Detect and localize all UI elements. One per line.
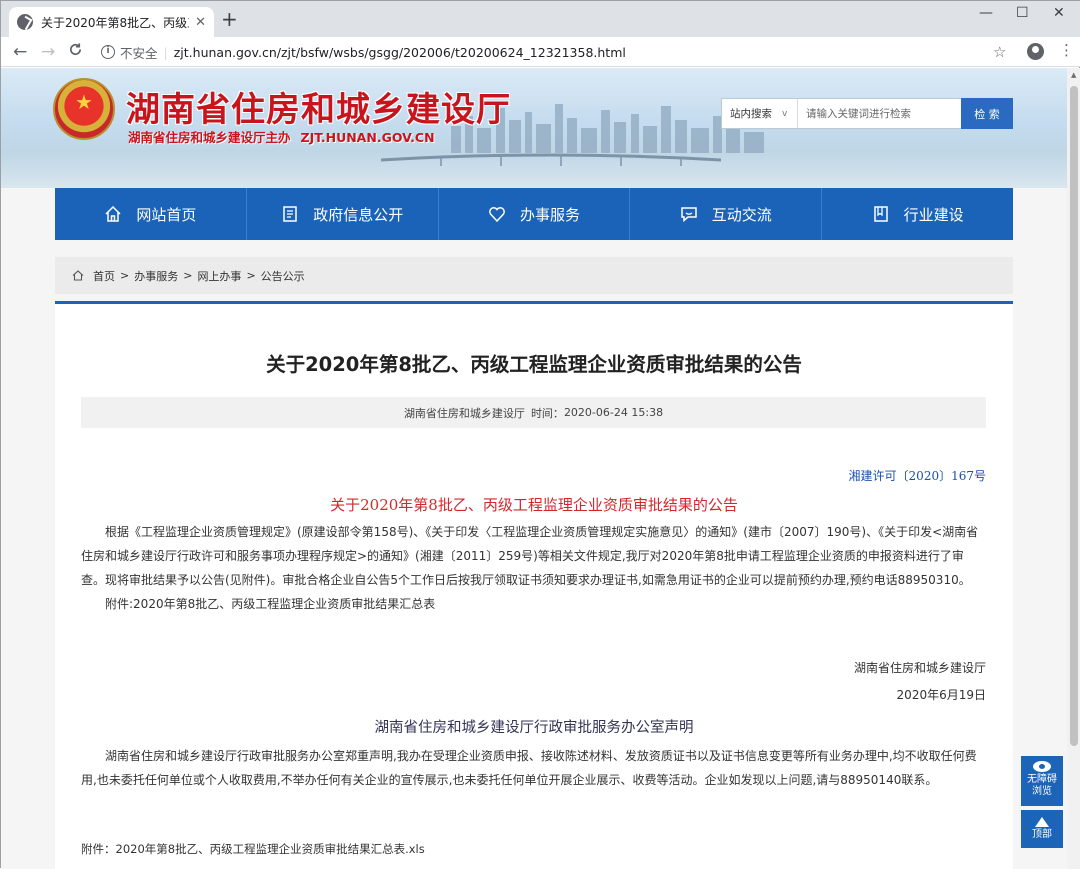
new-tab-button[interactable]: + [221, 9, 238, 29]
document-number: 湘建许可〔2020〕167号 [848, 469, 986, 483]
info-icon[interactable]: i [101, 45, 115, 59]
browser-toolbar: ← → i 不安全 | zjt.hunan.gov.cn/zjt/bsfw/ws… [1, 37, 1080, 67]
search-input[interactable] [798, 99, 961, 128]
close-window-button[interactable]: ✕ [1053, 5, 1065, 21]
not-secure-label: 不安全 [120, 45, 158, 61]
nav-item-government-info[interactable]: 政府信息公开 [247, 188, 439, 240]
breadcrumb-separator: > [183, 269, 193, 282]
bookmark-star-icon[interactable]: ☆ [993, 43, 1006, 61]
accessibility-label-2: 浏览 [1032, 786, 1052, 797]
browser-menu-icon[interactable]: ⋮ [1059, 43, 1074, 58]
nav-item-label: 政府信息公开 [313, 205, 404, 224]
browser-window: 关于2020年第8批乙、丙级工程监理 ✕ + — ☐ ✕ ← → i 不安全 |… [0, 0, 1080, 869]
breadcrumb-services[interactable]: 办事服务 [134, 268, 178, 284]
breadcrumb-announcements[interactable]: 公告公示 [261, 268, 305, 284]
nav-item-industry[interactable]: 行业建设 [822, 188, 1013, 240]
site-search: 站内搜索 v 检 索 [721, 98, 1013, 129]
breadcrumb: 首页 > 办事服务 > 网上办事 > 公告公示 [55, 257, 1013, 294]
tab-strip: 关于2020年第8批乙、丙级工程监理 ✕ + — ☐ ✕ [1, 1, 1080, 37]
article-source: 湖南省住房和城乡建设厅 [403, 406, 525, 420]
scroll-up-icon[interactable]: ▲ [1071, 71, 1076, 79]
notice-body: 根据《工程监理企业资质管理规定》(原建设部令第158号)、《关于印发〈工程监理企… [81, 520, 986, 616]
breadcrumb-separator: > [246, 269, 256, 282]
page-scrollbar[interactable]: ▲ [1067, 68, 1080, 869]
book-icon [873, 206, 888, 222]
minimize-button[interactable]: — [979, 5, 993, 21]
reload-icon [70, 43, 82, 55]
eye-icon [1033, 761, 1051, 772]
nav-item-label: 互动交流 [711, 205, 772, 224]
search-scope-label: 站内搜索 [730, 108, 772, 120]
back-to-top-label: 顶部 [1032, 829, 1052, 840]
tab-close-icon[interactable]: ✕ [195, 15, 206, 30]
notice-paragraph: 根据《工程监理企业资质管理规定》(原建设部令第158号)、《关于印发〈工程监理企… [81, 525, 979, 587]
site-banner: ★ 湖南省住房和城乡建设厅 湖南省住房和城乡建设厅主办 ZJT.HUNAN.GOV… [1, 68, 1067, 188]
search-button[interactable]: 检 索 [961, 98, 1013, 129]
address-separator: | [163, 44, 168, 60]
scrollbar-thumb[interactable] [1070, 86, 1078, 746]
document-icon [283, 206, 297, 222]
breadcrumb-online[interactable]: 网上办事 [197, 268, 241, 284]
national-emblem-icon: ★ [53, 78, 115, 140]
page-viewport: ★ 湖南省住房和城乡建设厅 湖南省住房和城乡建设厅主办 ZJT.HUNAN.GOV… [1, 68, 1067, 869]
breadcrumb-home[interactable]: 首页 [93, 268, 115, 284]
nav-item-interaction[interactable]: 互动交流 [630, 188, 823, 240]
nav-item-home[interactable]: 网站首页 [55, 188, 247, 240]
nav-item-label: 网站首页 [136, 205, 197, 224]
search-scope-select[interactable]: 站内搜索 v [722, 99, 798, 128]
bridge-image [381, 153, 721, 166]
breadcrumb-separator: > [120, 269, 130, 282]
accessibility-label-1: 无障碍 [1027, 774, 1057, 785]
accessibility-button[interactable]: 无障碍 浏览 [1021, 756, 1063, 806]
heart-icon [489, 207, 505, 223]
back-button[interactable]: ← [13, 42, 27, 62]
article-time-label: 时间： [530, 406, 564, 420]
declaration-paragraph: 湖南省住房和城乡建设厅行政审批服务办公室郑重声明,我办在受理企业资质申报、接收陈… [81, 749, 977, 787]
chat-icon [681, 207, 697, 223]
notice-title: 关于2020年第8批乙、丙级工程监理企业资质审批结果的公告 [330, 496, 738, 514]
article-meta: 湖南省住房和城乡建设厅 时间： 2020-06-24 15:38 [81, 397, 986, 428]
signature-org: 湖南省住房和城乡建设厅 [853, 661, 986, 675]
tab-title: 关于2020年第8批乙、丙级工程监理 [41, 15, 189, 30]
nav-item-label: 办事服务 [519, 205, 580, 224]
url-text[interactable]: zjt.hunan.gov.cn/zjt/bsfw/wsbs/gsgg/2020… [174, 45, 626, 60]
home-icon [105, 205, 121, 222]
signature-date: 2020年6月19日 [896, 688, 986, 702]
reload-button[interactable] [68, 42, 83, 62]
site-favicon-icon [17, 14, 33, 30]
nav-item-services[interactable]: 办事服务 [439, 188, 631, 240]
site-subtitle: 湖南省住房和城乡建设厅主办 ZJT.HUNAN.GOV.CN [128, 127, 435, 146]
back-to-top-button[interactable]: 顶部 [1021, 810, 1063, 848]
site-domain: ZJT.HUNAN.GOV.CN [300, 130, 435, 145]
arrow-up-icon [1035, 817, 1049, 827]
article: 关于2020年第8批乙、丙级工程监理企业资质审批结果的公告 湖南省住房和城乡建设… [55, 301, 1013, 869]
declaration-title: 湖南省住房和城乡建设厅行政审批服务办公室声明 [374, 720, 694, 736]
article-time: 2020-06-24 15:38 [563, 406, 664, 419]
chevron-down-icon: v [782, 108, 788, 119]
browser-tab[interactable]: 关于2020年第8批乙、丙级工程监理 ✕ [9, 7, 214, 37]
forward-button[interactable]: → [41, 42, 55, 62]
declaration-body: 湖南省住房和城乡建设厅行政审批服务办公室郑重声明,我办在受理企业资质申报、接收陈… [81, 744, 986, 792]
attachment-link[interactable]: 附件：2020年第8批乙、丙级工程监理企业资质审批结果汇总表.xls [81, 841, 425, 857]
profile-avatar-icon[interactable] [1027, 43, 1044, 60]
site-sponsor: 湖南省住房和城乡建设厅主办 [128, 130, 291, 145]
site-name[interactable]: 湖南省住房和城乡建设厅 [126, 82, 511, 131]
page-title: 关于2020年第8批乙、丙级工程监理企业资质审批结果的公告 [266, 353, 802, 376]
maximize-button[interactable]: ☐ [1016, 5, 1029, 21]
nav-item-label: 行业建设 [903, 205, 964, 224]
address-bar[interactable]: i 不安全 | zjt.hunan.gov.cn/zjt/bsfw/wsbs/g… [93, 40, 1013, 64]
notice-attachment-line: 附件:2020年第8批乙、丙级工程监理企业资质审批结果汇总表 [105, 597, 436, 611]
main-nav: 网站首页 政府信息公开 办事服务 互动交流 行业建设 [55, 188, 1013, 240]
home-icon [72, 270, 84, 281]
